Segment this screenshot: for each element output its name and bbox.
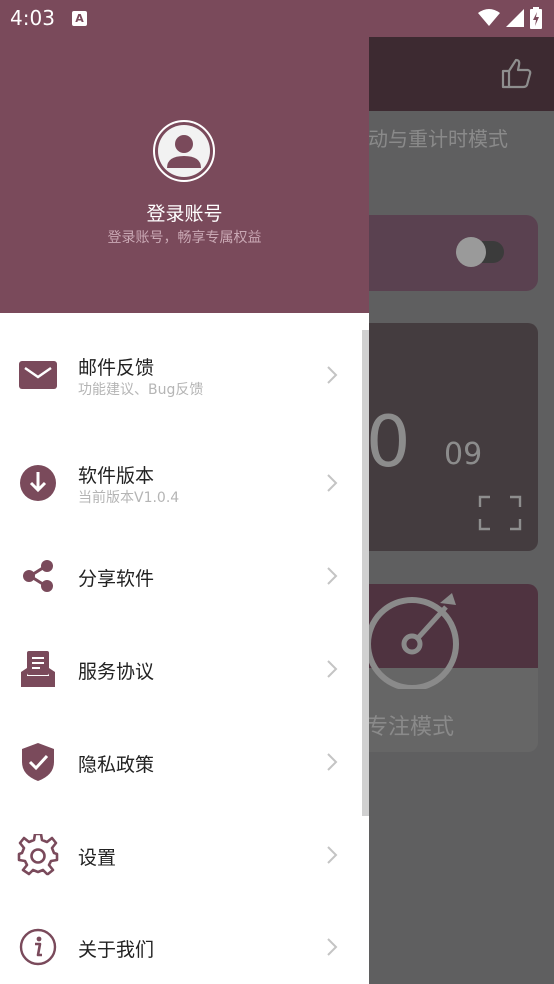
fullscreen-icon[interactable] <box>478 495 522 531</box>
info-icon <box>16 925 60 969</box>
mode-switch-knob[interactable] <box>456 237 486 267</box>
menu-sub-feedback: 功能建议、Bug反馈 <box>78 382 204 398</box>
shield-check-icon <box>16 740 60 784</box>
menu-label-share: 分享软件 <box>78 568 155 590</box>
status-bar: 4:03 A <box>0 0 554 37</box>
navigation-drawer: 登录账号 登录账号，畅享专属权益 邮件反馈 功能建议、Bug反馈 软件版本 当前… <box>0 0 369 984</box>
menu-label-settings: 设置 <box>78 847 117 869</box>
menu-label-agreement: 服务协议 <box>78 661 155 683</box>
agreement-icon <box>16 647 60 691</box>
notification-icon: A <box>72 11 87 26</box>
chevron-right-icon <box>327 366 338 384</box>
menu-item-feedback[interactable]: 邮件反馈 功能建议、Bug反馈 <box>0 335 362 415</box>
menu-label-about: 关于我们 <box>78 939 155 961</box>
mail-icon <box>16 353 60 397</box>
mode-text: 动与重计时模式 <box>368 127 508 151</box>
timer-seconds: 09 <box>444 437 483 472</box>
menu-item-share[interactable]: 分享软件 <box>0 536 362 616</box>
chevron-right-icon <box>327 474 338 492</box>
menu-label-privacy: 隐私政策 <box>78 754 155 776</box>
chevron-right-icon <box>327 567 338 585</box>
focus-label: 专注模式 <box>366 715 455 740</box>
drawer-header: 登录账号 登录账号，畅享专属权益 <box>0 0 369 313</box>
drawer-scrollbar[interactable] <box>362 330 369 816</box>
menu-item-privacy[interactable]: 隐私政策 <box>0 722 362 802</box>
chevron-right-icon <box>327 660 338 678</box>
toggle-card <box>348 215 538 291</box>
cell-signal-icon <box>506 9 524 27</box>
user-avatar-icon[interactable] <box>153 120 215 182</box>
menu-item-version[interactable]: 软件版本 当前版本V1.0.4 <box>0 443 362 523</box>
menu-item-agreement[interactable]: 服务协议 <box>0 629 362 709</box>
chevron-right-icon <box>327 938 338 956</box>
login-subtitle: 登录账号，畅享专属权益 <box>107 230 262 246</box>
focus-target-icon <box>365 593 459 689</box>
wifi-icon <box>478 9 500 26</box>
menu-sub-version: 当前版本V1.0.4 <box>78 490 180 506</box>
gear-icon <box>16 833 60 877</box>
menu-item-about[interactable]: 关于我们 <box>0 907 362 984</box>
share-icon <box>16 554 60 598</box>
menu-item-settings[interactable]: 设置 <box>0 815 362 895</box>
status-time: 4:03 <box>10 6 55 30</box>
thumbs-up-icon[interactable] <box>500 57 532 89</box>
download-icon <box>16 461 60 505</box>
menu-label-feedback: 邮件反馈 <box>78 357 155 379</box>
status-icons <box>478 7 542 29</box>
login-title[interactable]: 登录账号 <box>0 199 369 226</box>
battery-icon <box>530 7 542 29</box>
timer-minutes: 0 <box>366 401 411 483</box>
menu-label-version: 软件版本 <box>78 465 155 487</box>
chevron-right-icon <box>327 753 338 771</box>
chevron-right-icon <box>327 846 338 864</box>
